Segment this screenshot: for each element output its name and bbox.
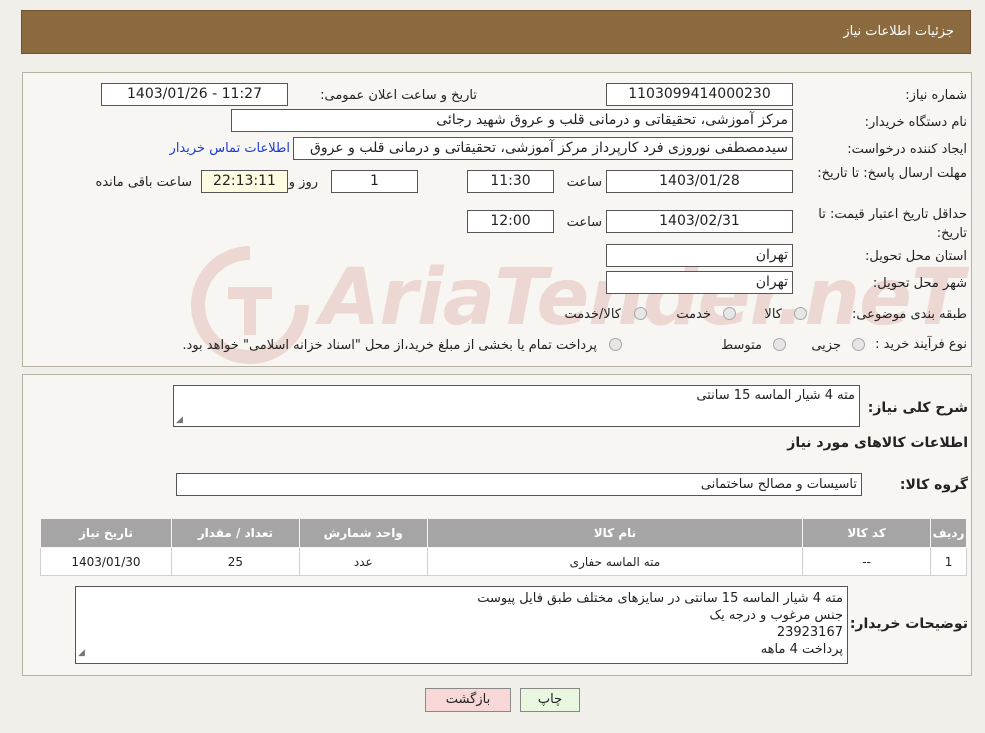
col-code: کد کالا bbox=[802, 518, 932, 548]
back-button[interactable]: بازگشت bbox=[425, 688, 511, 712]
validity-date-field: 1403/02/31 bbox=[606, 210, 793, 233]
cell-date: 1403/01/30 bbox=[40, 547, 172, 576]
announce-label: تاریخ و ساعت اعلان عمومی: bbox=[320, 88, 477, 103]
province-field: تهران bbox=[606, 244, 793, 267]
need-description-text: مته 4 شیار الماسه 15 سانتی bbox=[696, 388, 855, 403]
city-field: تهران bbox=[606, 271, 793, 294]
remaining-time-label: ساعت باقی مانده bbox=[95, 175, 192, 190]
buyer-notes-label: توضیحات خریدار: bbox=[849, 616, 968, 632]
page-title: جزئیات اطلاعات نیاز bbox=[843, 24, 954, 39]
category-radio-goods-service[interactable] bbox=[634, 307, 647, 320]
category-option-service: خدمت bbox=[676, 307, 711, 322]
resize-handle-icon[interactable]: ◢ bbox=[78, 645, 85, 662]
buyer-notes-line: جنس مرغوب و درجه یک bbox=[709, 608, 843, 623]
col-unit: واحد شمارش bbox=[298, 518, 428, 548]
table-row: 1 -- مته الماسه حفاری عدد 25 1403/01/30 bbox=[40, 547, 967, 576]
goods-table-header: ردیف کد کالا نام کالا واحد شمارش تعداد /… bbox=[40, 518, 967, 548]
need-number-field: 1103099414000230 bbox=[606, 83, 793, 106]
buyer-notes-line: مته 4 شیار الماسه 15 سانتی در سایزهای مخ… bbox=[477, 591, 843, 606]
process-option-minor: جزیی bbox=[811, 338, 841, 353]
cell-code: -- bbox=[802, 547, 932, 576]
goods-group-field: تاسیسات و مصالح ساختمانی bbox=[176, 473, 862, 496]
deadline-time-label: ساعت bbox=[566, 175, 602, 190]
deadline-date-field: 1403/01/28 bbox=[606, 170, 793, 193]
buyer-org-label: نام دستگاه خریدار: bbox=[864, 115, 967, 130]
col-date: تاریخ نیاز bbox=[40, 518, 172, 548]
requester-label: ایجاد کننده درخواست: bbox=[847, 142, 967, 157]
process-note: پرداخت تمام یا بخشی از مبلغ خرید،از محل … bbox=[182, 338, 597, 353]
announce-field: 1403/01/26 - 11:27 bbox=[101, 83, 288, 106]
deadline-time-field: 11:30 bbox=[467, 170, 554, 193]
process-radio-minor[interactable] bbox=[852, 338, 865, 351]
category-option-goods-service: کالا/خدمت bbox=[564, 307, 621, 322]
goods-group-label: گروه کالا: bbox=[899, 477, 968, 493]
cell-quantity: 25 bbox=[170, 547, 300, 576]
category-radio-service[interactable] bbox=[723, 307, 736, 320]
col-quantity: تعداد / مقدار bbox=[170, 518, 300, 548]
need-description-label: شرح کلی نیاز: bbox=[867, 400, 968, 416]
requester-field: سیدمصطفی نوروزی فرد کارپرداز مرکز آموزشی… bbox=[293, 137, 793, 160]
cell-unit: عدد bbox=[298, 547, 428, 576]
buyer-notes-line: 23923167 bbox=[776, 625, 843, 640]
buyer-org-field: مرکز آموزشی، تحقیقاتی و درمانی قلب و عرو… bbox=[231, 109, 793, 132]
cell-name: مته الماسه حفاری bbox=[426, 547, 804, 576]
category-label: طبقه بندی موضوعی: bbox=[851, 307, 967, 322]
cell-row: 1 bbox=[930, 547, 967, 576]
col-row: ردیف bbox=[930, 518, 967, 548]
validity-time-label: ساعت bbox=[566, 215, 602, 230]
province-label: استان محل تحویل: bbox=[865, 249, 967, 264]
buyer-contact-link[interactable]: اطلاعات تماس خریدار bbox=[170, 141, 290, 156]
page-header: جزئیات اطلاعات نیاز bbox=[21, 10, 971, 54]
buyer-notes-field: مته 4 شیار الماسه 15 سانتی در سایزهای مخ… bbox=[75, 586, 848, 664]
goods-info-title: اطلاعات کالاهای مورد نیاز bbox=[787, 435, 968, 451]
city-label: شهر محل تحویل: bbox=[872, 276, 967, 291]
need-number-label: شماره نیاز: bbox=[905, 88, 967, 103]
process-option-medium: متوسط bbox=[721, 338, 762, 353]
col-name: نام کالا bbox=[426, 518, 804, 548]
validity-label: حداقل تاریخ اعتبار قیمت: تا تاریخ: bbox=[818, 207, 967, 241]
category-radio-goods[interactable] bbox=[794, 307, 807, 320]
remaining-time-field: 22:13:11 bbox=[201, 170, 288, 193]
need-description-field: مته 4 شیار الماسه 15 سانتی ◢ bbox=[173, 385, 860, 427]
process-radio-note[interactable] bbox=[609, 338, 622, 351]
print-button[interactable]: چاپ bbox=[520, 688, 580, 712]
deadline-label: مهلت ارسال پاسخ: تا تاریخ: bbox=[817, 166, 967, 181]
days-remaining-field: 1 bbox=[331, 170, 418, 193]
process-radio-medium[interactable] bbox=[773, 338, 786, 351]
validity-time-field: 12:00 bbox=[467, 210, 554, 233]
goods-table: ردیف کد کالا نام کالا واحد شمارش تعداد /… bbox=[40, 518, 967, 576]
buyer-notes-line: پرداخت 4 ماهه bbox=[760, 642, 843, 657]
resize-handle-icon[interactable]: ◢ bbox=[176, 415, 183, 425]
category-option-goods: کالا bbox=[764, 307, 782, 322]
days-label: روز و bbox=[288, 175, 318, 190]
process-label: نوع فرآیند خرید : bbox=[875, 337, 967, 352]
